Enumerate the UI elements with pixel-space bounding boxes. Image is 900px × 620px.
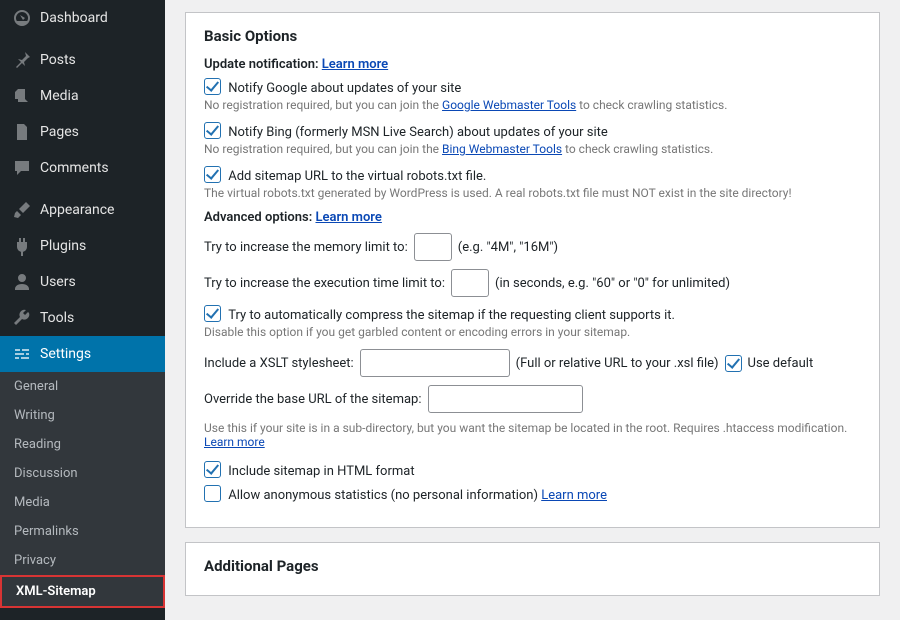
notify-google-label: Notify Google about updates of your site bbox=[228, 81, 461, 96]
submenu-item-reading[interactable]: Reading bbox=[0, 430, 165, 459]
content-area: Basic Options Update notification: Learn… bbox=[165, 0, 900, 620]
compress-label: Try to automatically compress the sitema… bbox=[228, 308, 675, 323]
notify-google-checkbox[interactable] bbox=[204, 78, 221, 95]
anon-stats-learn-more-link[interactable]: Learn more bbox=[541, 488, 607, 503]
sidebar-item-appearance[interactable]: Appearance bbox=[0, 192, 165, 228]
user-icon bbox=[12, 272, 32, 292]
sidebar-item-label: Tools bbox=[40, 310, 74, 326]
baseurl-help: Use this if your site is in a sub-direct… bbox=[204, 421, 861, 449]
exec-time-hint: (in seconds, e.g. "60" or "0" for unlimi… bbox=[495, 276, 730, 291]
admin-sidebar: Dashboard Posts Media Pages Comments App… bbox=[0, 0, 165, 620]
media-icon bbox=[12, 86, 32, 106]
include-html-label: Include sitemap in HTML format bbox=[228, 464, 414, 479]
notify-bing-label: Notify Bing (formerly MSN Live Search) a… bbox=[228, 125, 608, 140]
memory-limit-input[interactable] bbox=[414, 233, 452, 261]
additional-pages-panel: Additional Pages bbox=[185, 542, 880, 596]
sidebar-item-label: Dashboard bbox=[40, 10, 108, 26]
sidebar-item-comments[interactable]: Comments bbox=[0, 150, 165, 186]
sidebar-item-pages[interactable]: Pages bbox=[0, 114, 165, 150]
sidebar-item-label: Media bbox=[40, 88, 79, 104]
update-notification-label: Update notification: Learn more bbox=[204, 57, 861, 72]
sidebar-item-settings[interactable]: Settings bbox=[0, 336, 165, 372]
plug-icon bbox=[12, 236, 32, 256]
sidebar-item-dashboard[interactable]: Dashboard bbox=[0, 0, 165, 36]
memory-limit-hint: (e.g. "4M", "16M") bbox=[458, 240, 558, 255]
sidebar-item-tools[interactable]: Tools bbox=[0, 300, 165, 336]
bing-webmaster-link[interactable]: Bing Webmaster Tools bbox=[442, 142, 562, 156]
submenu-item-writing[interactable]: Writing bbox=[0, 401, 165, 430]
sidebar-item-label: Pages bbox=[40, 124, 79, 140]
baseurl-input[interactable] bbox=[428, 385, 583, 413]
wrench-icon bbox=[12, 308, 32, 328]
sidebar-item-label: Posts bbox=[40, 52, 76, 68]
notify-bing-help: No registration required, but you can jo… bbox=[204, 142, 861, 156]
xslt-hint: (Full or relative URL to your .xsl file) bbox=[516, 356, 719, 371]
brush-icon bbox=[12, 200, 32, 220]
basic-options-panel: Basic Options Update notification: Learn… bbox=[185, 12, 880, 528]
sidebar-item-label: Appearance bbox=[40, 202, 114, 218]
advanced-learn-more-link[interactable]: Learn more bbox=[315, 210, 381, 225]
submenu-item-permalinks[interactable]: Permalinks bbox=[0, 517, 165, 546]
submenu-item-general[interactable]: General bbox=[0, 372, 165, 401]
add-robots-label: Add sitemap URL to the virtual robots.tx… bbox=[228, 169, 486, 184]
page-icon bbox=[12, 122, 32, 142]
xslt-label: Include a XSLT stylesheet: bbox=[204, 356, 354, 371]
exec-time-input[interactable] bbox=[451, 269, 489, 297]
submenu-item-media[interactable]: Media bbox=[0, 488, 165, 517]
dashboard-icon bbox=[12, 8, 32, 28]
settings-submenu: General Writing Reading Discussion Media… bbox=[0, 372, 165, 608]
exec-time-label: Try to increase the execution time limit… bbox=[204, 276, 445, 291]
compress-checkbox[interactable] bbox=[204, 305, 221, 322]
sidebar-item-label: Settings bbox=[40, 346, 91, 362]
add-robots-help: The virtual robots.txt generated by Word… bbox=[204, 186, 861, 200]
sidebar-item-posts[interactable]: Posts bbox=[0, 42, 165, 78]
sidebar-item-label: Users bbox=[40, 274, 76, 290]
baseurl-label: Override the base URL of the sitemap: bbox=[204, 392, 422, 407]
anon-stats-label: Allow anonymous statistics (no personal … bbox=[228, 488, 607, 503]
anon-stats-checkbox[interactable] bbox=[204, 485, 221, 502]
advanced-options-label: Advanced options: Learn more bbox=[204, 210, 861, 225]
panel-heading: Basic Options bbox=[204, 27, 861, 45]
compress-help: Disable this option if you get garbled c… bbox=[204, 325, 861, 339]
additional-pages-heading: Additional Pages bbox=[204, 557, 861, 575]
include-html-checkbox[interactable] bbox=[204, 461, 221, 478]
add-robots-checkbox[interactable] bbox=[204, 166, 221, 183]
submenu-item-privacy[interactable]: Privacy bbox=[0, 546, 165, 575]
comment-icon bbox=[12, 158, 32, 178]
notify-bing-checkbox[interactable] bbox=[204, 122, 221, 139]
sidebar-item-label: Plugins bbox=[40, 238, 86, 254]
google-webmaster-link[interactable]: Google Webmaster Tools bbox=[442, 98, 576, 112]
sidebar-item-media[interactable]: Media bbox=[0, 78, 165, 114]
sidebar-item-label: Comments bbox=[40, 160, 109, 176]
pin-icon bbox=[12, 50, 32, 70]
baseurl-learn-more-link[interactable]: Learn more bbox=[204, 435, 265, 449]
memory-limit-label: Try to increase the memory limit to: bbox=[204, 240, 408, 255]
notify-google-help: No registration required, but you can jo… bbox=[204, 98, 861, 112]
sidebar-item-plugins[interactable]: Plugins bbox=[0, 228, 165, 264]
xslt-input[interactable] bbox=[360, 349, 510, 377]
xslt-default-label: Use default bbox=[748, 356, 814, 371]
update-learn-more-link[interactable]: Learn more bbox=[322, 57, 388, 72]
submenu-item-discussion[interactable]: Discussion bbox=[0, 459, 165, 488]
sliders-icon bbox=[12, 344, 32, 364]
submenu-item-xml-sitemap[interactable]: XML-Sitemap bbox=[0, 575, 165, 608]
xslt-default-checkbox[interactable] bbox=[725, 355, 742, 372]
sidebar-item-users[interactable]: Users bbox=[0, 264, 165, 300]
